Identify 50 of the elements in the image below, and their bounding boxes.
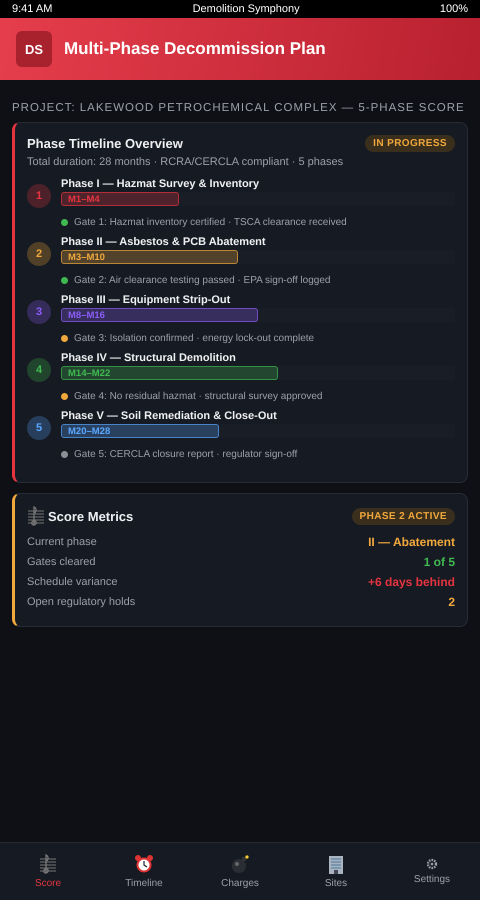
app-name: Demolition Symphony [192, 3, 300, 15]
page-title: Multi-Phase Decommission Plan [64, 39, 326, 59]
nav-tab[interactable]: Settings [384, 843, 480, 900]
alarm-clock-icon [134, 854, 154, 874]
card-subtitle: Total duration: 28 months · RCRA/CERCLA compliant · 5 phases [27, 156, 344, 168]
metric-value: 1 of 5 [424, 555, 455, 569]
app-logo: DS [16, 31, 52, 67]
phase-title: Phase I — Hazmat Survey & Inventory [61, 178, 260, 190]
card-title: Score Metrics [48, 508, 134, 524]
status-badge: IN PROGRESS [365, 135, 455, 152]
status-badge: PHASE 2 ACTIVE [352, 508, 455, 524]
phase-title: Phase III — Equipment Strip-Out [61, 294, 232, 306]
phase-number: 1 [27, 184, 51, 208]
metric-label: Current phase [27, 536, 97, 548]
metric-label: Gates cleared [27, 556, 96, 568]
music-staff-icon [27, 506, 45, 526]
office-building-icon [326, 854, 346, 874]
phase-title: Phase V — Soil Remediation & Close-Out [61, 410, 278, 422]
phase-number: 4 [27, 358, 51, 382]
battery-level: 100% [440, 3, 468, 15]
nav-tab[interactable]: Sites [288, 843, 384, 900]
card-title: Phase Timeline Overview [27, 136, 183, 151]
gate-description: Gate 1: Hazmat inventory certified · TSCA clearance received [74, 217, 347, 228]
gate-description: Gate 5: CERCLA closure report · regulator sign-off [74, 449, 298, 460]
settings-icon [426, 858, 438, 870]
metric-value: II — Abatement [368, 535, 455, 549]
phase-range-bar: M14–M22 [61, 366, 278, 380]
phase-range-bar: M20–M28 [61, 424, 219, 438]
project-label: PROJECT: LAKEWOOD PETROCHEMICAL COMPLEX — 5-PHASE SCORE [12, 102, 466, 114]
phase-number: 2 [27, 242, 51, 266]
phase-range-bar: M3–M10 [61, 250, 238, 264]
metric-label: Open regulatory holds [27, 596, 136, 608]
nav-tab[interactable]: Charges [192, 843, 288, 900]
gate-description: Gate 4: No residual hazmat · structural survey approved [74, 391, 322, 402]
metric-label: Schedule variance [27, 576, 118, 588]
phase-range-bar: M8–M16 [61, 308, 258, 322]
bomb-icon [230, 854, 250, 874]
status-time: 9:41 AM [12, 3, 52, 15]
gate-description: Gate 3: Isolation confirmed · energy lock-out complete [74, 333, 314, 344]
metric-value: +6 days behind [368, 575, 455, 589]
phase-number: 5 [27, 416, 51, 440]
nav-tab[interactable]: Timeline [96, 843, 192, 900]
phase-title: Phase IV — Structural Demolition [61, 352, 237, 364]
music-staff-icon [39, 854, 57, 874]
phase-number: 3 [27, 300, 51, 324]
nav-tab[interactable]: Score [0, 843, 96, 900]
metric-value: 2 [448, 595, 455, 609]
phase-title: Phase II — Asbestos & PCB Abatement [61, 236, 267, 248]
phase-range-bar: M1–M4 [61, 192, 180, 206]
gate-description: Gate 2: Air clearance testing passed · EPA sign-off logged [74, 275, 330, 286]
